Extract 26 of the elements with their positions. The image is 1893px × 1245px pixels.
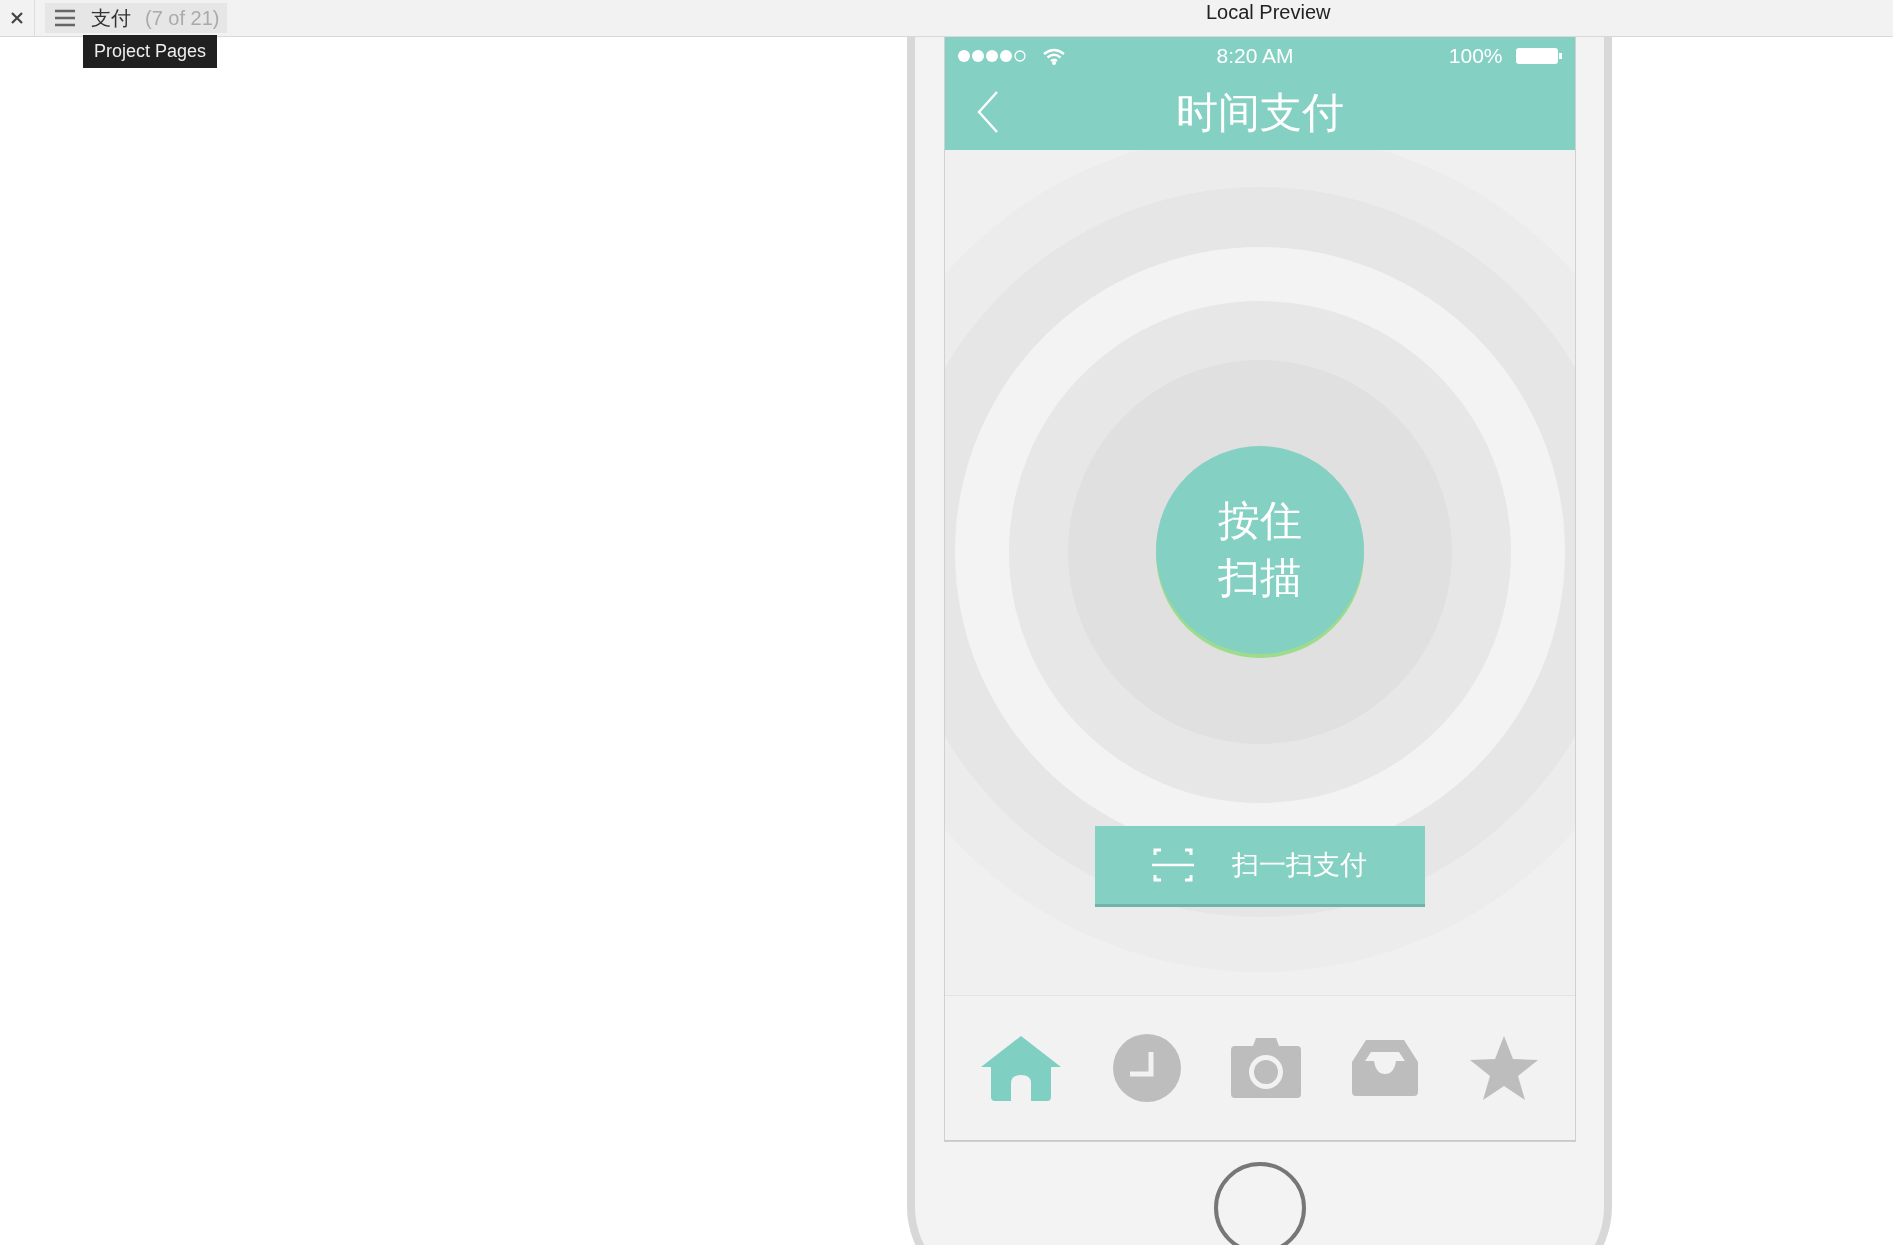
home-icon (979, 1035, 1062, 1101)
home-tab[interactable] (979, 1035, 1062, 1101)
camera-icon (1231, 1038, 1302, 1098)
back-icon[interactable] (976, 90, 999, 134)
home-button[interactable] (1213, 1162, 1306, 1245)
page-title: 支付 (91, 5, 131, 31)
inbox-icon (1352, 1040, 1419, 1096)
status-time: 8:20 AM (1216, 44, 1295, 68)
star-tab[interactable] (1469, 1036, 1540, 1100)
inbox-tab[interactable] (1352, 1040, 1419, 1096)
page-counter: (7 of 21) (145, 6, 220, 30)
screen-title: 时间支付 (1175, 86, 1344, 139)
clock-tab[interactable] (1112, 1034, 1181, 1102)
menu-icon (53, 8, 77, 28)
camera-tab[interactable] (1231, 1038, 1302, 1098)
page-selector[interactable]: 支付 (7 of 21) (45, 3, 228, 33)
close-icon[interactable] (10, 11, 24, 25)
battery-icon (1514, 47, 1563, 65)
star-icon (1469, 1036, 1540, 1100)
battery-percent: 100% (1448, 44, 1503, 68)
scan-to-pay-button[interactable]: 扫一扫支付 (1094, 826, 1425, 904)
wifi-icon (1042, 47, 1065, 65)
window-title: Local Preview (1206, 0, 1331, 24)
clock-icon (1112, 1034, 1181, 1102)
tooltip: Project Pages (83, 35, 218, 68)
scan-icon (1152, 847, 1194, 883)
